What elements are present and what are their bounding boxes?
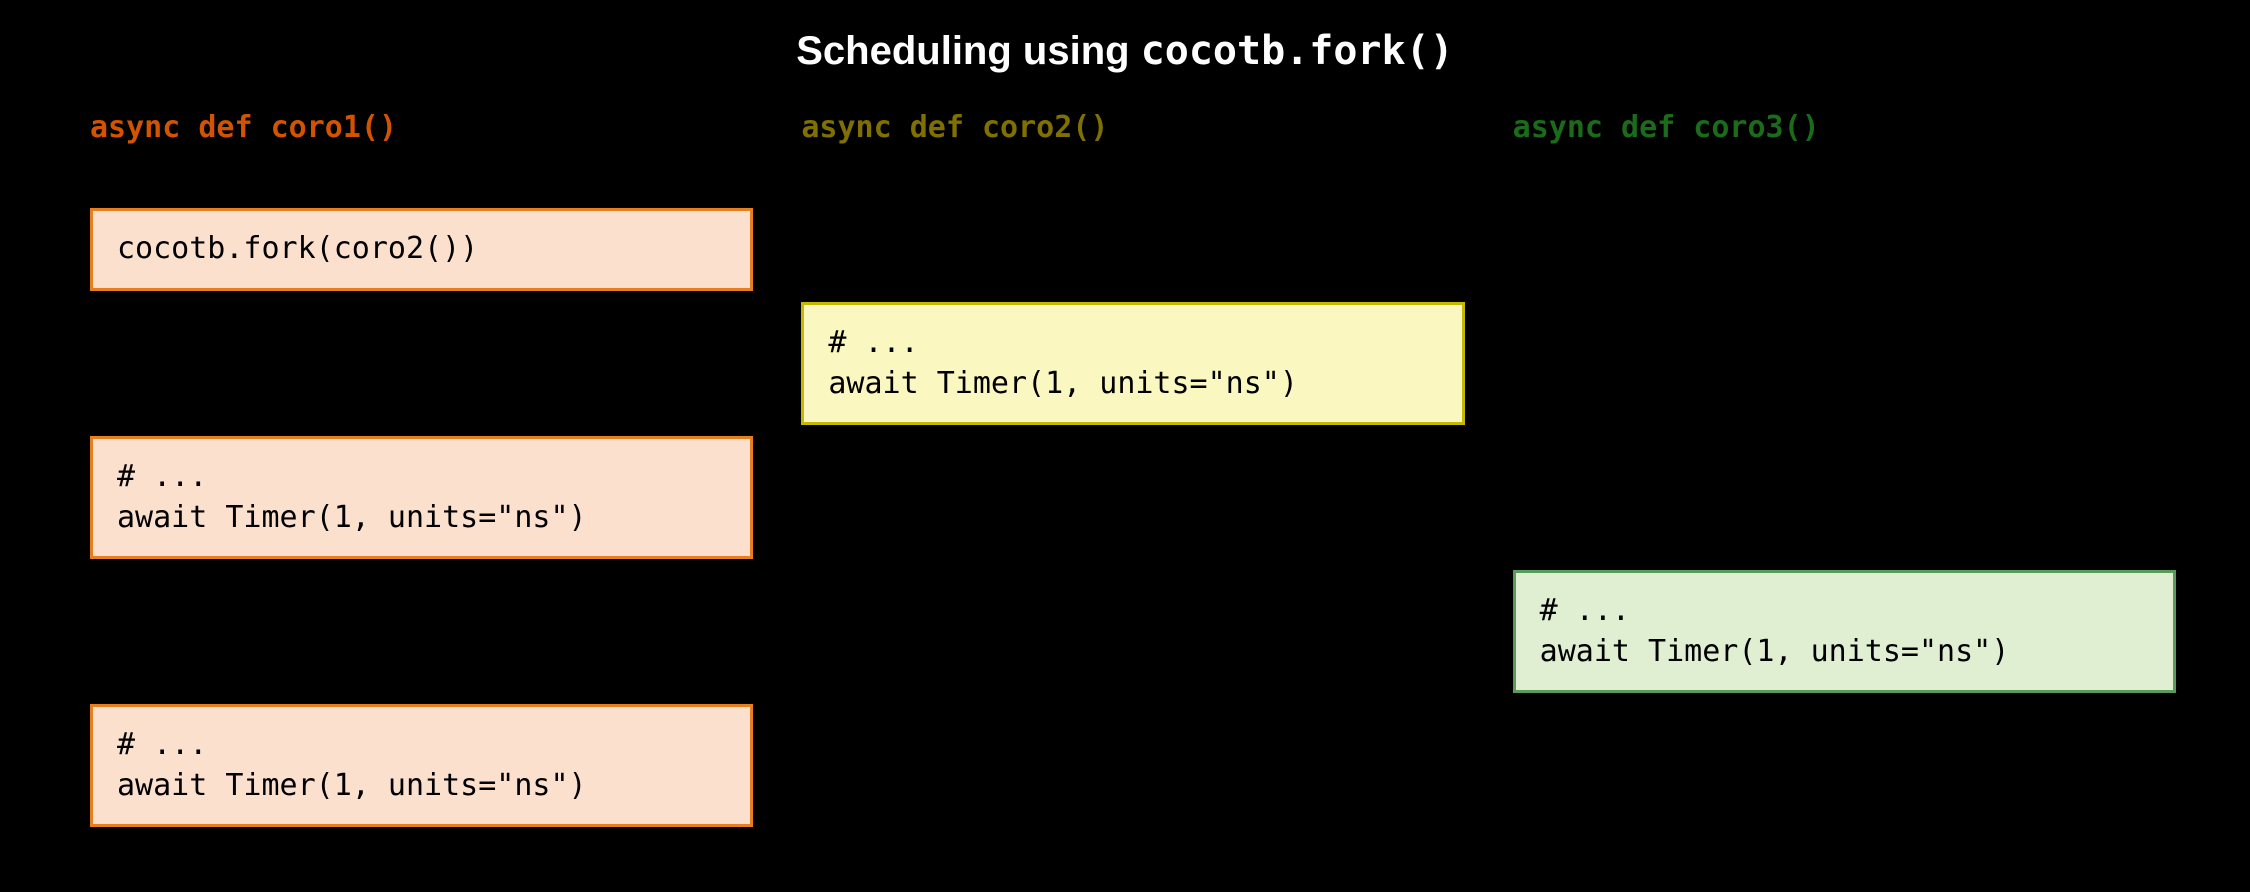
coro3-header: async def coro3() <box>1497 110 2160 145</box>
title-prefix: Scheduling using <box>796 29 1140 73</box>
columns-container: async def coro1() cocotb.fork(coro2()) #… <box>90 110 2160 165</box>
title-code: cocotb.fork() <box>1141 28 1454 74</box>
coro3-box-1: # ... await Timer(1, units="ns") <box>1513 570 2176 693</box>
coro2-header: async def coro2() <box>793 110 1456 145</box>
column-coro2: async def coro2() # ... await Timer(1, u… <box>793 110 1456 165</box>
coro1-box-2: # ... await Timer(1, units="ns") <box>90 436 753 559</box>
coro1-box-1: cocotb.fork(coro2()) <box>90 208 753 291</box>
coro1-header: async def coro1() <box>90 110 753 145</box>
column-coro1: async def coro1() cocotb.fork(coro2()) #… <box>90 110 753 165</box>
coro2-box-1: # ... await Timer(1, units="ns") <box>801 302 1464 425</box>
coro1-box-3: # ... await Timer(1, units="ns") <box>90 704 753 827</box>
column-coro3: async def coro3() # ... await Timer(1, u… <box>1497 110 2160 165</box>
diagram-title: Scheduling using cocotb.fork() <box>0 28 2250 74</box>
